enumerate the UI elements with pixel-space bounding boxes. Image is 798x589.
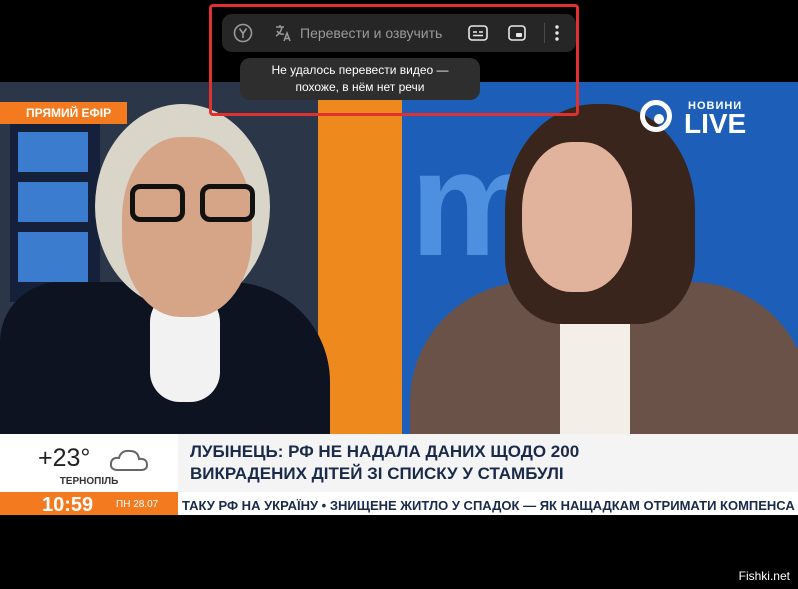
video-player[interactable]: m ПРЯМИЙ ЕФІР НОВИНИ LIVE +23° ТЕРНОПІЛЬ… <box>0 82 798 515</box>
cloud-icon <box>109 449 149 471</box>
guest-face <box>122 137 252 317</box>
clock-time: 10:59 <box>42 494 94 515</box>
translate-icon[interactable] <box>272 22 294 44</box>
clock-bar: 10:59 ПН 28.07 <box>0 492 178 515</box>
yandex-logo-icon[interactable] <box>232 22 254 44</box>
ticker-text: ТАКУ РФ НА УКРАЇНУ • ЗНИЩЕНЕ ЖИТЛО У СПА… <box>182 498 795 513</box>
channel-logo: НОВИНИ LIVE <box>640 94 790 144</box>
temperature: +23° <box>38 444 91 472</box>
subtitles-icon[interactable] <box>467 22 489 44</box>
tooltip-line-2: похоже, в нём нет речи <box>295 80 425 94</box>
live-broadcast-badge: ПРЯМИЙ ЕФІР <box>0 102 128 124</box>
studio-screens <box>10 122 100 302</box>
watermark: Fishki.net <box>738 569 790 583</box>
headline-line-2: ВИКРАДЕНИХ ДІТЕЙ ЗІ СПИСКУ У СТАМБУЛІ <box>190 464 564 483</box>
video-translate-toolbar: Перевести и озвучить <box>222 14 576 52</box>
translate-and-voice-button[interactable]: Перевести и озвучить <box>300 25 442 41</box>
channel-name-big: LIVE <box>684 108 747 139</box>
translation-error-tooltip: Не удалось перевести видео — похоже, в н… <box>240 58 480 100</box>
host-shirt <box>560 312 630 442</box>
headline-line-1: ЛУБІНЕЦЬ: РФ НЕ НАДАЛА ДАНИХ ЩОДО 200 <box>190 442 580 461</box>
weather-widget: +23° ТЕРНОПІЛЬ <box>0 434 178 492</box>
clock-date: ПН 28.07 <box>116 499 159 510</box>
city-name: ТЕРНОПІЛЬ <box>59 476 119 487</box>
news-headline: ЛУБІНЕЦЬ: РФ НЕ НАДАЛА ДАНИХ ЩОДО 200 ВИ… <box>178 434 798 492</box>
studio-orange-panel <box>318 82 402 442</box>
tooltip-line-1: Не удалось перевести видео — <box>271 63 449 77</box>
picture-in-picture-icon[interactable] <box>506 22 528 44</box>
news-ticker: ТАКУ РФ НА УКРАЇНУ • ЗНИЩЕНЕ ЖИТЛО У СПА… <box>178 492 798 515</box>
channel-circle-icon <box>640 100 672 132</box>
guest-glasses <box>130 184 260 224</box>
host-face <box>522 142 632 292</box>
more-vertical-icon[interactable] <box>546 22 568 44</box>
toolbar-separator <box>544 23 545 43</box>
